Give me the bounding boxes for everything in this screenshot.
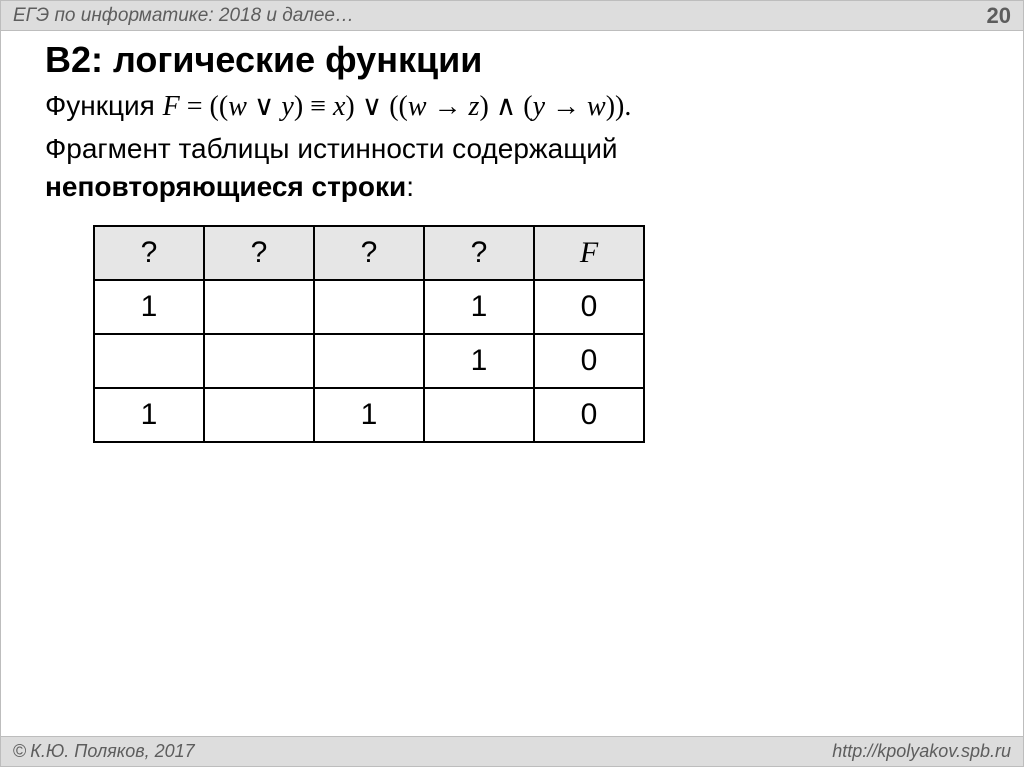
cell: 1 xyxy=(424,280,534,334)
table-row: 1 0 xyxy=(94,334,644,388)
table-row: 1 1 0 xyxy=(94,280,644,334)
header-subject: ЕГЭ по информатике: 2018 и далее… xyxy=(13,5,354,27)
cell xyxy=(94,334,204,388)
copyright-text: К.Ю. Поляков, 2017 xyxy=(30,741,194,761)
desc-line1: Фрагмент таблицы истинности содержащий xyxy=(45,133,618,164)
cell: 1 xyxy=(314,388,424,442)
description: Фрагмент таблицы истинности содержащий н… xyxy=(45,130,993,206)
cell xyxy=(314,334,424,388)
op-paren: ) xyxy=(294,91,310,122)
var-x: x xyxy=(333,91,345,122)
var-w: w xyxy=(408,91,427,122)
var-F: F xyxy=(163,91,180,122)
op-paren: )). xyxy=(606,91,632,122)
cell: 0 xyxy=(534,334,644,388)
cell: 1 xyxy=(94,388,204,442)
op-or: ∨ xyxy=(247,91,282,122)
var-y: y xyxy=(533,91,545,122)
page-title: B2: логические функции xyxy=(45,39,993,81)
footer: ©К.Ю. Поляков, 2017 http://kpolyakov.spb… xyxy=(1,736,1023,766)
table-row: 1 1 0 xyxy=(94,388,644,442)
footer-copyright: ©К.Ю. Поляков, 2017 xyxy=(13,741,195,762)
cell xyxy=(204,388,314,442)
cell: 1 xyxy=(94,280,204,334)
op-equiv: ≡ xyxy=(310,91,326,122)
op-or: ∨ xyxy=(362,91,383,122)
op-implies: → xyxy=(427,91,469,122)
topbar: ЕГЭ по информатике: 2018 и далее… 20 xyxy=(1,1,1023,31)
op-eq: = (( xyxy=(180,91,228,122)
op-paren: ) xyxy=(479,91,495,122)
col-header-F: F xyxy=(534,226,644,280)
op-space xyxy=(326,91,333,122)
op-paren: ) xyxy=(345,91,361,122)
desc-tail: : xyxy=(406,171,414,202)
var-z: z xyxy=(469,91,480,122)
formula-prefix: Функция xyxy=(45,90,163,121)
var-w: w xyxy=(587,91,606,122)
col-header: ? xyxy=(424,226,534,280)
var-y: y xyxy=(281,91,293,122)
col-header: ? xyxy=(314,226,424,280)
op-paren: (( xyxy=(382,91,408,122)
slide: ЕГЭ по информатике: 2018 и далее… 20 B2:… xyxy=(0,0,1024,767)
copyright-icon: © xyxy=(13,741,26,761)
cell xyxy=(204,334,314,388)
op-and: ∧ xyxy=(496,91,517,122)
col-header: ? xyxy=(94,226,204,280)
var-w: w xyxy=(228,91,247,122)
desc-bold: неповторяющиеся строки xyxy=(45,171,406,202)
cell: 1 xyxy=(424,334,534,388)
op-paren: ( xyxy=(516,91,532,122)
cell xyxy=(204,280,314,334)
content: B2: логические функции Функция F = ((w ∨… xyxy=(1,31,1023,443)
truth-table: ? ? ? ? F 1 1 0 xyxy=(93,225,645,443)
page-number: 20 xyxy=(987,3,1011,29)
table-header-row: ? ? ? ? F xyxy=(94,226,644,280)
formula-math: F = ((w ∨ y) ≡ x) ∨ ((w → z) ∧ (y → w)). xyxy=(163,91,632,122)
cell: 0 xyxy=(534,280,644,334)
formula: Функция F = ((w ∨ y) ≡ x) ∨ ((w → z) ∧ (… xyxy=(45,87,993,126)
cell xyxy=(314,280,424,334)
col-header: ? xyxy=(204,226,314,280)
footer-url: http://kpolyakov.spb.ru xyxy=(832,741,1011,762)
cell: 0 xyxy=(534,388,644,442)
cell xyxy=(424,388,534,442)
op-implies: → xyxy=(545,91,587,122)
